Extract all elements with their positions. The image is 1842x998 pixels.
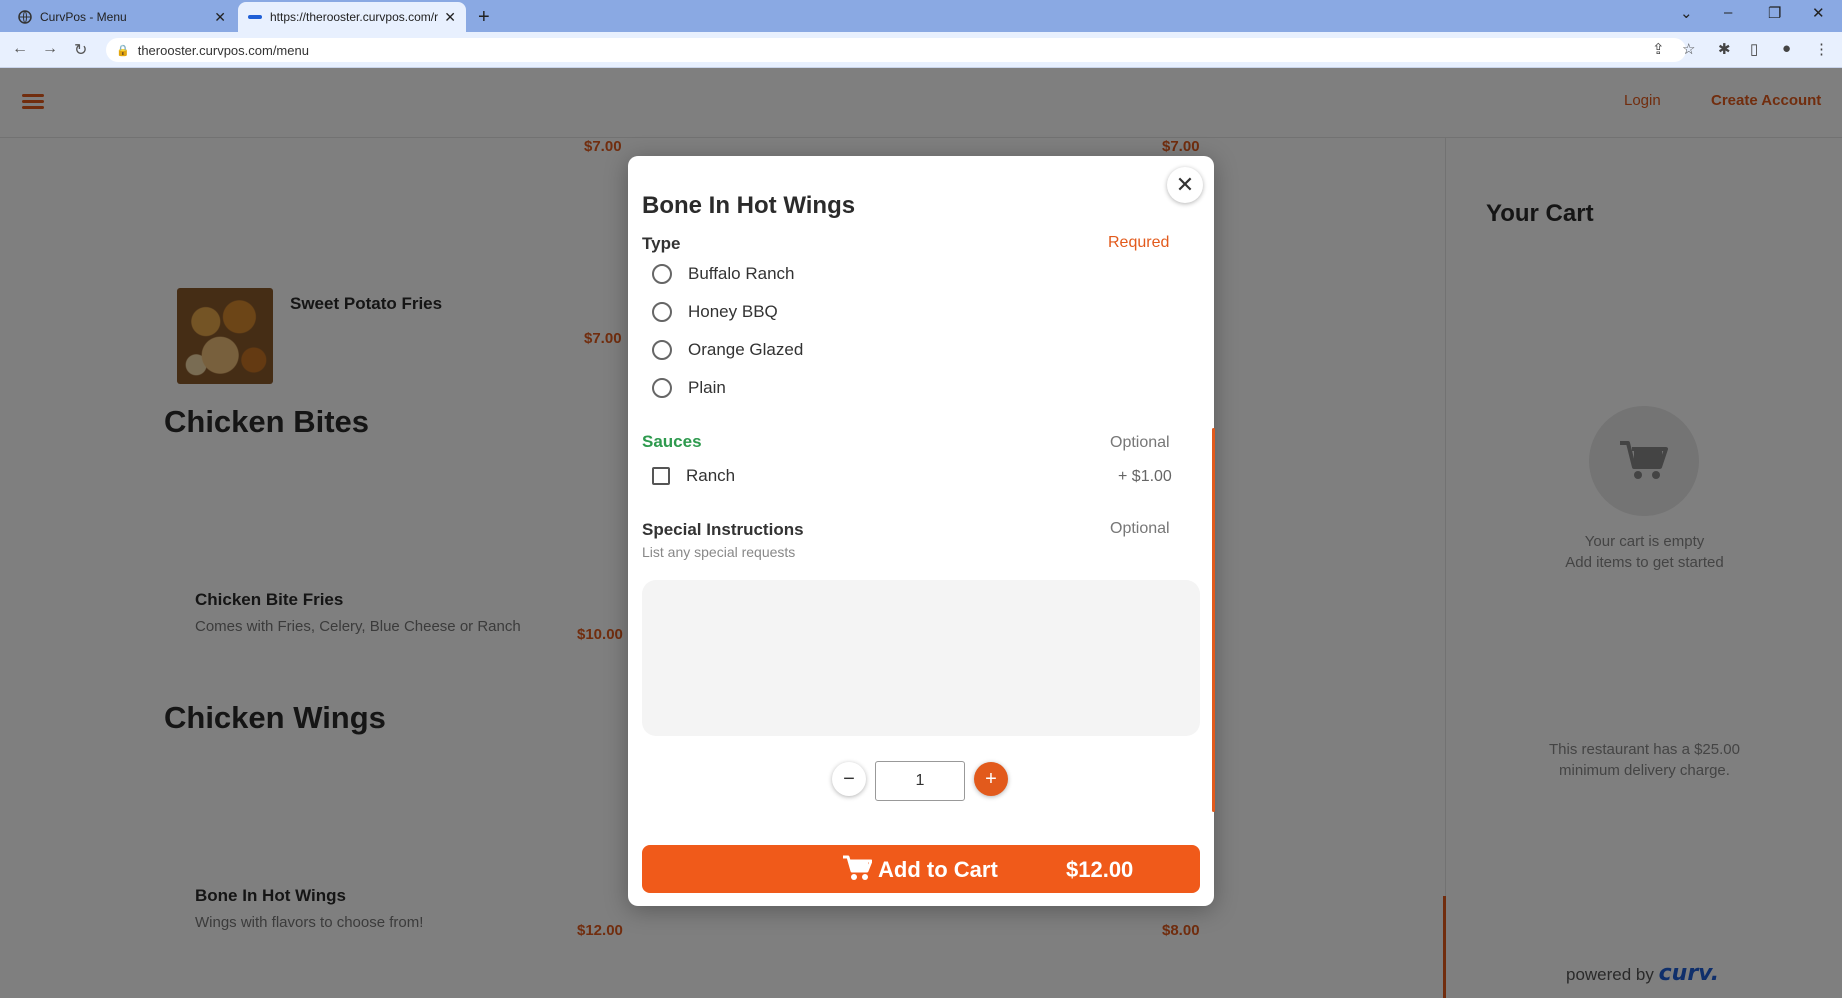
special-instructions-label: Special Instructions [642,520,804,539]
address-bar-row: ← → ↻ 🔒 therooster.curvpos.com/menu ⇪ ☆ … [0,32,1842,68]
radio-button[interactable] [652,264,672,284]
globe-icon [18,10,32,24]
type-group-label: Type [642,234,681,253]
type-option-buffalo-ranch[interactable]: Buffalo Ranch [652,264,794,284]
radio-button[interactable] [652,302,672,322]
type-option-honey-bbq[interactable]: Honey BBQ [652,302,778,322]
option-label: Buffalo Ranch [688,264,795,283]
share-icon[interactable]: ⇪ [1652,40,1665,58]
cart-icon [842,855,873,887]
tab-title: CurvPos - Menu [40,10,127,24]
sauce-price: + $1.00 [1118,468,1172,485]
radio-button[interactable] [652,340,672,360]
reload-icon[interactable]: ↻ [74,40,87,60]
restore-icon[interactable]: ❐ [1768,4,1781,22]
close-icon[interactable]: ✕ [1167,167,1203,203]
close-icon[interactable]: ✕ [444,9,456,26]
quantity-decrement-button[interactable]: − [832,762,866,796]
option-label: Honey BBQ [688,302,778,321]
minimize-icon[interactable]: – [1724,4,1732,21]
close-icon[interactable]: ✕ [214,9,226,26]
lock-icon: 🔒 [116,44,130,57]
optional-tag: Optional [1110,520,1170,537]
window-close-icon[interactable]: ✕ [1812,4,1825,22]
tab-title: https://therooster.curvpos.com/r [270,10,439,24]
browser-tab-active[interactable]: https://therooster.curvpos.com/r ✕ [238,2,466,32]
browser-tab-curvpos-menu[interactable]: CurvPos - Menu ✕ [8,2,236,32]
type-option-orange-glazed[interactable]: Orange Glazed [652,340,803,360]
sauces-group-label: Sauces [642,432,702,451]
url-field[interactable]: 🔒 therooster.curvpos.com/menu [106,38,1686,62]
add-to-cart-button[interactable]: Add to Cart $12.00 [642,845,1200,893]
option-label: Ranch [686,466,736,485]
option-label: Orange Glazed [688,340,804,359]
extensions-icon[interactable]: ✱ [1718,40,1731,58]
checkbox[interactable] [652,467,670,485]
add-to-cart-amount: $12.00 [1066,857,1134,882]
menu-kebab-icon[interactable]: ⋮ [1814,40,1829,58]
type-option-plain[interactable]: Plain [652,378,726,398]
curv-favicon-icon [248,10,262,24]
special-instructions-hint: List any special requests [642,544,796,560]
back-icon[interactable]: ← [12,40,28,58]
modal-title: Bone In Hot Wings [642,192,856,219]
new-tab-icon[interactable]: + [478,6,490,29]
add-to-cart-label: Add to Cart [878,857,998,882]
special-instructions-input[interactable] [642,580,1200,736]
radio-button[interactable] [652,378,672,398]
tab-search-icon[interactable]: ⌄ [1680,4,1693,22]
browser-tab-bar: CurvPos - Menu ✕ https://therooster.curv… [0,0,1842,32]
quantity-increment-button[interactable]: + [974,762,1008,796]
quantity-input[interactable] [875,761,965,801]
side-panel-icon[interactable]: ▯ [1750,40,1758,58]
modal-scrollbar[interactable] [1212,428,1215,812]
option-label: Plain [688,378,726,397]
forward-icon[interactable]: → [42,40,58,58]
bookmark-star-icon[interactable]: ☆ [1682,40,1695,58]
url-text: therooster.curvpos.com/menu [137,42,309,58]
required-tag: Requred [1108,234,1170,251]
sauce-option-ranch[interactable]: Ranch [652,466,735,486]
item-options-modal: ✕ Bone In Hot Wings Type Requred Buffalo… [628,156,1215,906]
profile-avatar-icon[interactable]: ● [1782,40,1791,57]
optional-tag: Optional [1110,434,1170,451]
